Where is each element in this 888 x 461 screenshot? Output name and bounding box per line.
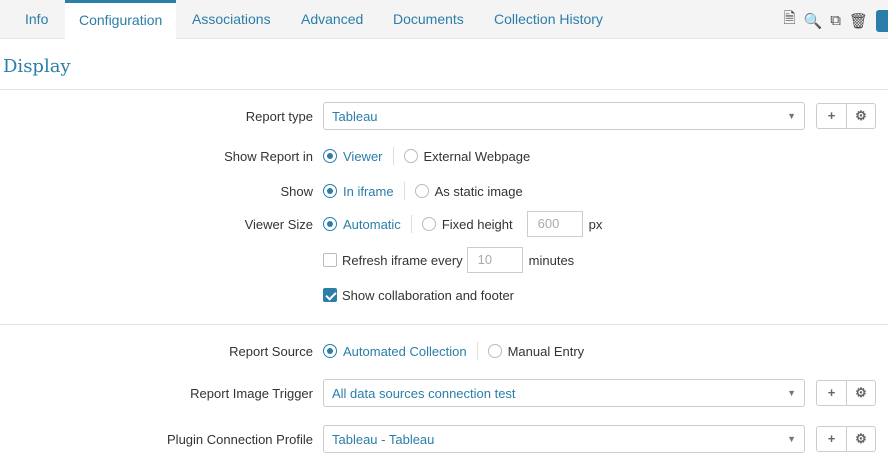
caret-down-icon: ▼ [787, 434, 796, 444]
report-type-select[interactable]: Tableau ▼ [323, 102, 805, 130]
section-title: Display [3, 56, 71, 77]
radio-automatic[interactable]: Automatic [323, 217, 401, 232]
gear-icon[interactable]: ⚙ [846, 104, 875, 128]
tab-documents[interactable]: Documents [379, 0, 478, 39]
px-unit: px [588, 216, 603, 232]
show-label: Show [280, 183, 313, 199]
minutes-unit: minutes [528, 252, 575, 268]
tab-advanced[interactable]: Advanced [287, 0, 377, 39]
radio-external-webpage[interactable]: External Webpage [403, 149, 530, 164]
collab-checkbox[interactable] [323, 288, 337, 302]
radio-in-iframe[interactable]: In iframe [323, 184, 394, 199]
show-report-in-label: Show Report in [224, 148, 313, 164]
viewer-size-label: Viewer Size [244, 216, 313, 232]
radio-manual-entry[interactable]: Manual Entry [487, 344, 584, 359]
copy-icon[interactable]: ⧉ [830, 12, 841, 29]
divider [0, 324, 888, 325]
radio-viewer[interactable]: Viewer [323, 149, 383, 164]
radio-automated-collection[interactable]: Automated Collection [323, 344, 467, 359]
divider [0, 89, 888, 90]
trash-icon[interactable]: 🗑 [849, 12, 868, 30]
refresh-checkbox[interactable] [323, 253, 337, 267]
add-icon[interactable]: + [817, 381, 846, 405]
tab-collection-history[interactable]: Collection History [480, 0, 617, 39]
tab-configuration[interactable]: Configuration [65, 0, 177, 40]
image-trigger-select[interactable]: All data sources connection test ▼ [323, 379, 805, 407]
plugin-profile-label: Plugin Connection Profile [167, 431, 313, 447]
tab-associations[interactable]: Associations [178, 0, 285, 39]
refresh-label: Refresh iframe every [342, 252, 463, 268]
tab-bar: Info Configuration Associations Advanced… [0, 0, 888, 40]
save-button[interactable] [876, 9, 888, 32]
search-icon[interactable]: 🔍 [804, 12, 823, 30]
add-icon[interactable]: + [817, 427, 846, 451]
fixed-height-input[interactable]: 600 [526, 211, 583, 237]
gear-icon[interactable]: ⚙ [846, 427, 875, 451]
add-icon[interactable]: + [817, 104, 846, 128]
report-source-label: Report Source [229, 343, 313, 359]
refresh-minutes-input[interactable]: 10 [466, 247, 523, 273]
document-icon[interactable]: 🗎 [783, 8, 795, 33]
collab-label: Show collaboration and footer [342, 287, 515, 303]
caret-down-icon: ▼ [787, 388, 796, 398]
caret-down-icon: ▼ [787, 111, 796, 121]
radio-static-image[interactable]: As static image [414, 184, 523, 199]
tab-info[interactable]: Info [11, 0, 62, 39]
radio-fixed-height[interactable]: Fixed height [421, 217, 513, 232]
gear-icon[interactable]: ⚙ [846, 381, 875, 405]
image-trigger-label: Report Image Trigger [190, 385, 313, 401]
report-type-label: Report type [245, 108, 313, 124]
plugin-profile-select[interactable]: Tableau - Tableau ▼ [323, 425, 805, 453]
